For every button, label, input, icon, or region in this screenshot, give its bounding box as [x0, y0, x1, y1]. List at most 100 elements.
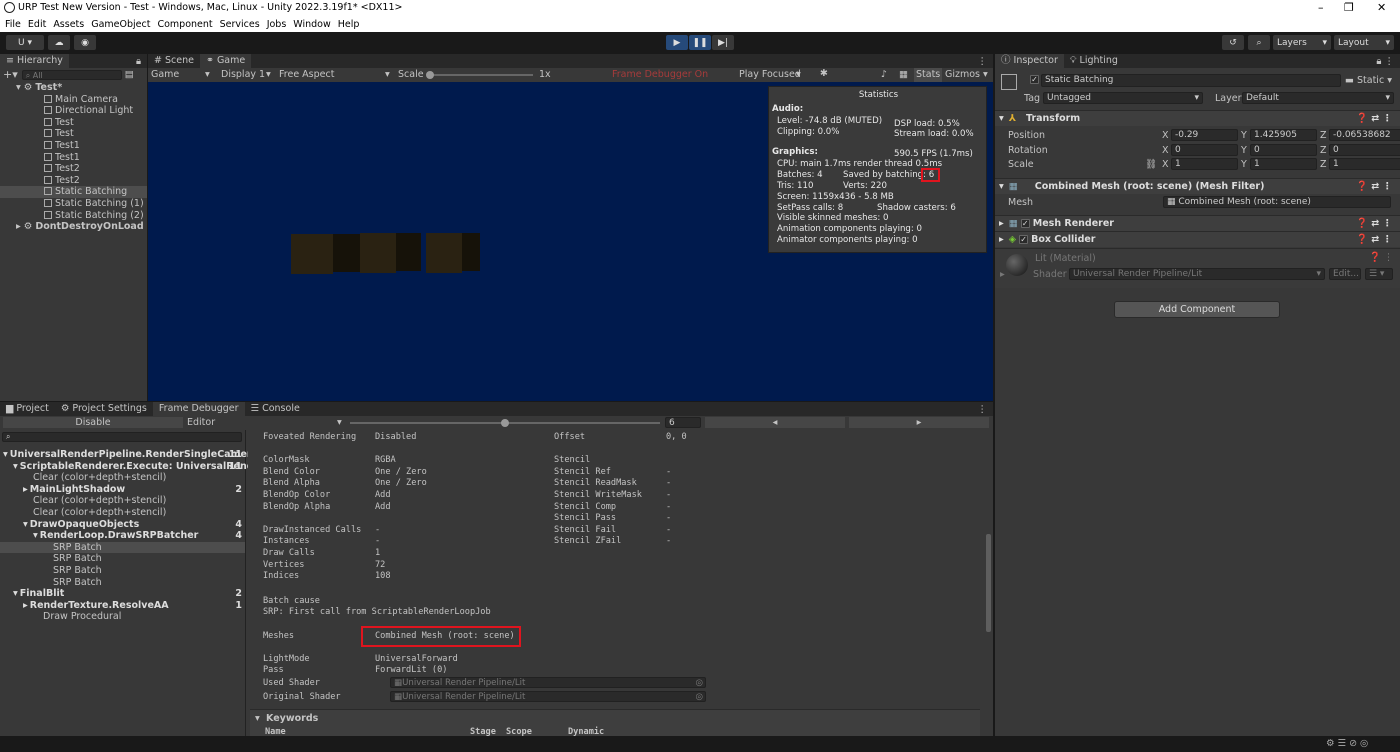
- component-menu-icon[interactable]: ❓ ⋮: [1369, 252, 1393, 263]
- mesh-object-field[interactable]: ▦ Combined Mesh (root: scene): [1163, 196, 1391, 208]
- foldout-arrow-icon[interactable]: ▸: [23, 600, 28, 611]
- box-collider-checkbox[interactable]: ✓: [1019, 235, 1029, 244]
- search-icon[interactable]: ⌕: [1248, 35, 1270, 50]
- stats-toggle[interactable]: Stats: [914, 68, 943, 82]
- pause-button[interactable]: ❚❚: [689, 35, 711, 50]
- mesh-renderer-header[interactable]: ▸ ▦ ✓ Mesh Renderer ❓ ⇄ ⋮: [995, 215, 1400, 231]
- prev-event-button[interactable]: ◂: [705, 417, 845, 428]
- next-event-button[interactable]: ▸: [849, 417, 989, 428]
- foldout-arrow-icon[interactable]: ▸: [16, 221, 24, 232]
- hierarchy-item[interactable]: Static Batching (1): [0, 198, 147, 210]
- menu-assets[interactable]: Assets: [53, 19, 84, 30]
- hierarchy-item[interactable]: Test: [0, 117, 147, 129]
- play-focused-dropdown[interactable]: Play Focused: [739, 69, 801, 80]
- add-icon[interactable]: +▾: [3, 68, 18, 81]
- foldout-arrow-icon[interactable]: ▸: [1000, 269, 1005, 280]
- active-checkbox[interactable]: ✓: [1030, 75, 1039, 84]
- hierarchy-item[interactable]: Static Batching (2): [0, 210, 147, 222]
- more-menu-icon[interactable]: ⋮: [978, 56, 988, 67]
- position-z-input[interactable]: -0.06538682: [1329, 129, 1400, 141]
- settings-gear-icon[interactable]: ✱: [820, 68, 828, 79]
- shader-dropdown[interactable]: Universal Render Pipeline/Lit ▾: [1069, 268, 1325, 280]
- menu-window[interactable]: Window: [293, 19, 330, 30]
- original-shader-field[interactable]: ▦Universal Render Pipeline/Lit ◎: [390, 691, 706, 702]
- fd-event-item[interactable]: SRP Batch: [0, 565, 245, 577]
- foldout-arrow-icon[interactable]: ▾: [13, 588, 18, 599]
- static-checkbox[interactable]: ▬ Static ▾: [1345, 75, 1392, 86]
- scale-slider-track[interactable]: [428, 74, 533, 76]
- fd-event-item[interactable]: ▾ DrawOpaqueObjects 4: [0, 519, 245, 531]
- hierarchy-item[interactable]: Test: [0, 128, 147, 140]
- display-dropdown[interactable]: Display 1: [221, 69, 265, 80]
- used-shader-field[interactable]: ▦Universal Render Pipeline/Lit ◎: [390, 677, 706, 688]
- fd-event-item[interactable]: SRP Batch: [0, 577, 245, 589]
- fd-event-item[interactable]: SRP Batch: [0, 541, 245, 554]
- component-menu-icon[interactable]: ❓ ⇄ ⋮: [1356, 218, 1392, 229]
- constrain-proportions-icon[interactable]: ⛓: [1145, 159, 1157, 170]
- cloud-icon[interactable]: ☁: [48, 35, 70, 50]
- tab-hierarchy[interactable]: ≡ Hierarchy: [0, 54, 69, 68]
- add-component-button[interactable]: Add Component: [1114, 301, 1280, 318]
- fd-event-item[interactable]: Clear (color+depth+stencil): [0, 507, 245, 519]
- tab-game[interactable]: ⚭ Game: [199, 54, 252, 68]
- disable-button[interactable]: Disable: [3, 417, 183, 428]
- fd-event-item[interactable]: ▸ MainLightShadow 2: [0, 484, 245, 496]
- layer-dropdown[interactable]: Default ▾: [1242, 92, 1394, 104]
- more-menu-icon[interactable]: ⋮: [978, 404, 988, 415]
- hierarchy-item[interactable]: Test2: [0, 163, 147, 175]
- rotation-y-input[interactable]: 0: [1250, 143, 1317, 156]
- fd-event-item[interactable]: ▾ FinalBlit 2: [0, 588, 245, 600]
- component-menu-icon[interactable]: ❓ ⇄ ⋮: [1356, 181, 1392, 192]
- hierarchy-search-input[interactable]: ⌕ All: [21, 69, 122, 80]
- foldout-arrow-icon[interactable]: ▾: [16, 82, 24, 93]
- mesh-filter-header[interactable]: ▾ ▦ Combined Mesh (root: scene) (Mesh Fi…: [995, 178, 1400, 194]
- fd-event-item[interactable]: Clear (color+depth+stencil): [0, 495, 245, 507]
- step-button[interactable]: ▶|: [712, 35, 734, 50]
- grid-icon[interactable]: ▦: [899, 69, 908, 80]
- menu-services[interactable]: Services: [220, 19, 260, 30]
- hierarchy-item[interactable]: Test1: [0, 140, 147, 152]
- fd-event-item[interactable]: ▸ RenderTexture.ResolveAA 1: [0, 600, 245, 612]
- maximize-button[interactable]: ❐: [1344, 1, 1354, 14]
- rotation-x-input[interactable]: 0: [1171, 143, 1238, 156]
- menu-component[interactable]: Component: [157, 19, 212, 30]
- fd-event-item[interactable]: ▾ UniversalRenderPipeline.RenderSingleCam…: [0, 449, 289, 461]
- play-button[interactable]: ▶: [666, 35, 688, 50]
- close-button[interactable]: ✕: [1377, 1, 1386, 14]
- aspect-dropdown[interactable]: Free Aspect: [279, 69, 334, 80]
- edit-shader-button[interactable]: Edit...: [1329, 268, 1361, 280]
- scene-icon[interactable]: ▤: [125, 69, 134, 80]
- foldout-arrow-icon[interactable]: ▾: [13, 461, 18, 472]
- tab-frame-debugger[interactable]: Frame Debugger: [152, 402, 245, 416]
- minimize-button[interactable]: –: [1318, 1, 1324, 14]
- hierarchy-item[interactable]: Main Camera: [0, 94, 147, 106]
- layers-dropdown[interactable]: Layers ▾: [1273, 35, 1331, 50]
- position-x-input[interactable]: -0.29: [1171, 129, 1238, 141]
- game-view[interactable]: Statistics Audio: Level: -74.8 dB (MUTED…: [148, 82, 993, 401]
- fd-event-item[interactable]: Draw Procedural: [0, 611, 245, 623]
- scale-z-input[interactable]: 1: [1329, 158, 1400, 170]
- status-icons[interactable]: ⚙ ☰ ⊘ ◎: [1326, 738, 1368, 749]
- transform-header[interactable]: ▾ ⅄ Transform ❓ ⇄ ⋮: [995, 110, 1400, 126]
- menu-edit[interactable]: Edit: [28, 19, 46, 30]
- layout-dropdown[interactable]: Layout ▾: [1334, 35, 1394, 50]
- foldout-arrow-icon[interactable]: ▸: [23, 484, 28, 495]
- hierarchy-item[interactable]: ▾ ⚙ Test*: [0, 82, 147, 94]
- mesh-renderer-checkbox[interactable]: ✓: [1020, 219, 1030, 228]
- event-slider-handle[interactable]: [501, 419, 509, 427]
- event-index-input[interactable]: 6: [665, 417, 701, 428]
- fd-event-item[interactable]: SRP Batch: [0, 553, 245, 565]
- lock-icon[interactable]: 🔒︎ ⋮: [1376, 56, 1394, 67]
- fd-event-item[interactable]: Clear (color+depth+stencil): [0, 472, 245, 484]
- tab-project-settings[interactable]: ⚙ Project Settings: [55, 402, 153, 416]
- menu-help[interactable]: Help: [338, 19, 360, 30]
- tag-dropdown[interactable]: Untagged ▾: [1043, 92, 1203, 104]
- fd-event-item[interactable]: ▾ RenderLoop.DrawSRPBatcher 4: [0, 530, 245, 542]
- history-icon[interactable]: ↺: [1222, 35, 1244, 50]
- rotation-z-input[interactable]: 0: [1329, 143, 1400, 156]
- menu-jobs[interactable]: Jobs: [267, 19, 287, 30]
- menu-gameobject[interactable]: GameObject: [91, 19, 150, 30]
- shader-options-button[interactable]: ☰ ▾: [1365, 268, 1393, 280]
- fd-event-item[interactable]: ▾ ScriptableRenderer.Execute: UniversalRe…: [0, 461, 276, 473]
- hierarchy-item[interactable]: Directional Light: [0, 105, 147, 117]
